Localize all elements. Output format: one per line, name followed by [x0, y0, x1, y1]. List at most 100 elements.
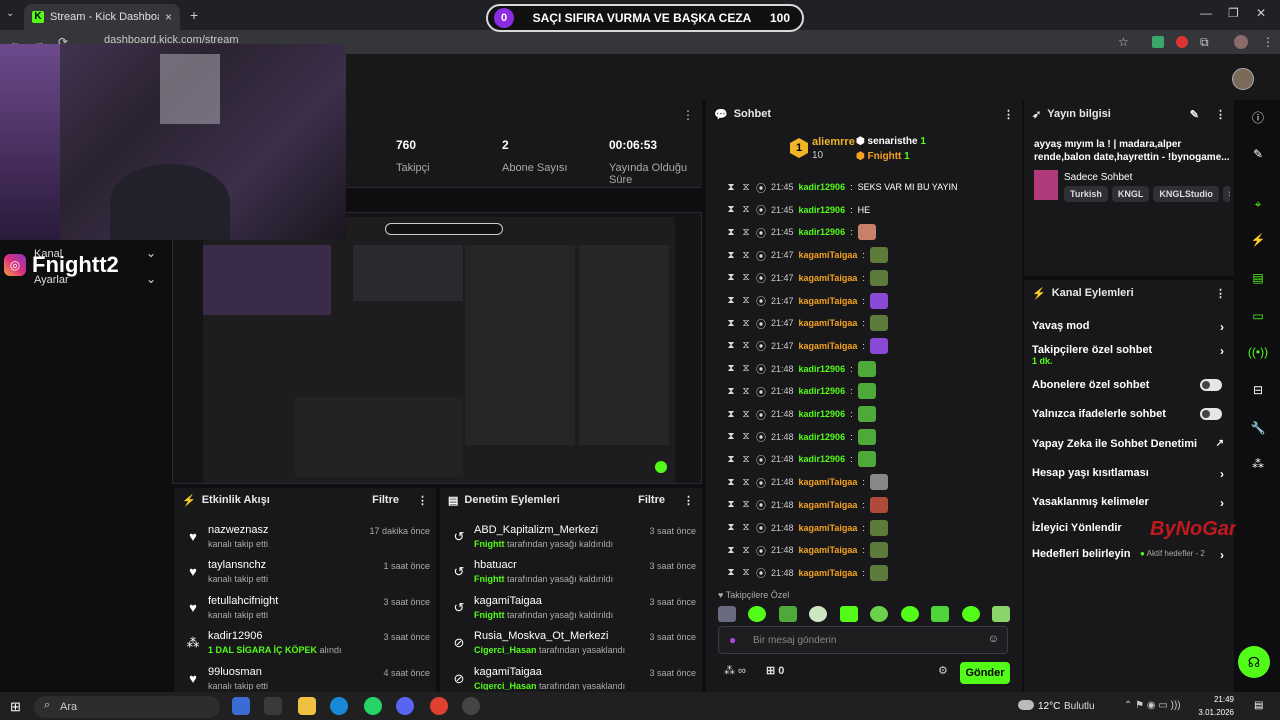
message-user[interactable]: kadir12906: [799, 205, 846, 215]
moderation-user[interactable]: hbatuacr: [474, 559, 517, 571]
document-icon[interactable]: ▤: [1246, 266, 1270, 290]
message-user[interactable]: kadir12906: [799, 409, 846, 419]
info-icon[interactable]: ⓘ: [1246, 106, 1270, 130]
minimize-icon[interactable]: —: [1200, 6, 1212, 20]
clock-time[interactable]: 21:49: [1208, 695, 1234, 704]
emoji-icon[interactable]: ☺: [988, 633, 999, 645]
message-user[interactable]: kadir12906: [799, 432, 846, 442]
moderation-menu-icon[interactable]: ⋮: [683, 494, 694, 507]
browser-menu-icon[interactable]: ⋮: [1262, 35, 1274, 49]
action-banned-words[interactable]: Yasaklanmış kelimeler ›: [1032, 496, 1228, 510]
message-user[interactable]: kadir12906: [799, 364, 846, 374]
emote-icon[interactable]: [718, 606, 736, 622]
discord-icon[interactable]: [396, 697, 414, 715]
message-user[interactable]: kadir12906: [799, 182, 846, 192]
moderation-user[interactable]: kagamiTaigaa: [474, 666, 542, 678]
message-user[interactable]: kagamiTaigaa: [799, 341, 858, 351]
stats-menu-icon[interactable]: ⋮: [682, 108, 694, 122]
close-window-icon[interactable]: ✕: [1256, 6, 1266, 20]
extension-icon[interactable]: [1152, 36, 1164, 48]
gifter-name[interactable]: Fnightt: [868, 151, 902, 162]
activity-menu-icon[interactable]: ⋮: [417, 494, 428, 507]
copilot-icon[interactable]: [232, 697, 250, 715]
obs-icon[interactable]: [462, 697, 480, 715]
message-user[interactable]: kadir12906: [799, 454, 846, 464]
layout-icon[interactable]: ⊟: [1246, 378, 1270, 402]
activity-user[interactable]: nazweznasz: [208, 524, 269, 536]
action-ai-moderation[interactable]: Yapay Zeka ile Sohbet Denetimi ↗: [1032, 438, 1228, 450]
emote-icon[interactable]: [839, 606, 858, 622]
new-tab-button[interactable]: +: [190, 7, 198, 23]
emote-icon[interactable]: [870, 606, 889, 622]
moderation-filter-button[interactable]: Filtre: [638, 494, 665, 506]
moderation-user[interactable]: ABD_Kapitalizm_Merkezi: [474, 524, 598, 536]
activity-user[interactable]: 99luosman: [208, 666, 262, 678]
tag[interactable]: So: [1222, 186, 1230, 202]
emote-icon[interactable]: [809, 606, 828, 622]
edge-icon[interactable]: [330, 697, 348, 715]
moderation-user[interactable]: kagamiTaigaa: [474, 595, 542, 607]
user-avatar[interactable]: [1232, 68, 1254, 90]
emotes-only-toggle[interactable]: [1200, 408, 1222, 420]
chrome-icon[interactable]: [430, 697, 448, 715]
extensions-puzzle-icon[interactable]: ⧉: [1200, 35, 1209, 50]
tag[interactable]: KNGLStudio: [1153, 186, 1219, 202]
help-button[interactable]: ☊: [1238, 646, 1270, 678]
subscribers-only-toggle[interactable]: [1200, 379, 1222, 391]
stream-preview[interactable]: [172, 212, 702, 484]
emote-icon[interactable]: [778, 606, 797, 622]
message-user[interactable]: kagamiTaigaa: [799, 477, 858, 487]
chat-input[interactable]: ● Bir mesaj gönderin ☺: [718, 626, 1008, 654]
activity-filter-button[interactable]: Filtre: [372, 494, 399, 506]
chevron-down-icon[interactable]: ⌄: [146, 272, 156, 286]
browser-tab[interactable]: K Stream - Kick Dashboard ×: [24, 4, 180, 30]
emote-icon[interactable]: [991, 606, 1010, 622]
points-icon[interactable]: ⁂: [1246, 452, 1270, 476]
message-user[interactable]: kagamiTaigaa: [799, 318, 858, 328]
action-account-age[interactable]: Hesap yaşı kısıtlaması ›: [1032, 467, 1228, 481]
clock-date[interactable]: 3.01.2026: [1190, 708, 1234, 717]
message-user[interactable]: kagamiTaigaa: [799, 568, 858, 578]
tray-icons[interactable]: ⌃ ⚑ ◉ ▭ ))): [1124, 700, 1181, 711]
stream-info-menu-icon[interactable]: ⋮: [1215, 108, 1226, 121]
top-gifter-name[interactable]: aliemrre: [812, 136, 855, 148]
message-user[interactable]: kagamiTaigaa: [799, 250, 858, 260]
message-user[interactable]: kagamiTaigaa: [799, 545, 858, 555]
activity-user[interactable]: kadir12906: [208, 630, 262, 642]
gifter-name[interactable]: senaristhe: [868, 136, 918, 147]
windows-start-icon[interactable]: ⊞: [10, 699, 21, 715]
emote-icon[interactable]: [748, 606, 767, 622]
profile-avatar[interactable]: [1234, 35, 1248, 49]
weather-temp[interactable]: 12°C: [1038, 701, 1060, 712]
lightning-icon[interactable]: ⚡: [1246, 228, 1270, 252]
file-explorer-icon[interactable]: [298, 697, 316, 715]
message-user[interactable]: kagamiTaigaa: [799, 296, 858, 306]
edit-icon[interactable]: ✎: [1246, 142, 1270, 166]
tag[interactable]: Turkish: [1064, 186, 1108, 202]
rewards-counter[interactable]: ⊞ 0: [766, 664, 784, 677]
chat-settings-icon[interactable]: ⚙: [938, 664, 948, 677]
maximize-icon[interactable]: ❐: [1228, 6, 1239, 20]
message-user[interactable]: kadir12906: [799, 227, 846, 237]
chat-icon[interactable]: ▭: [1246, 304, 1270, 328]
edit-pencil-icon[interactable]: ✎: [1190, 108, 1199, 121]
send-button[interactable]: Gönder: [960, 662, 1010, 684]
notification-icon[interactable]: ▤: [1254, 700, 1263, 711]
channel-actions-menu-icon[interactable]: ⋮: [1215, 287, 1226, 300]
activity-user[interactable]: taylansnchz: [208, 559, 266, 571]
focus-icon[interactable]: ⌖: [1246, 192, 1270, 216]
chat-menu-icon[interactable]: ⋮: [1003, 108, 1014, 121]
category-name[interactable]: Sadece Sohbet: [1064, 172, 1132, 183]
wrench-icon[interactable]: 🔧: [1246, 416, 1270, 440]
channel-points-icon[interactable]: ⁂ ∞: [724, 664, 746, 677]
message-user[interactable]: kagamiTaigaa: [799, 500, 858, 510]
tab-search-icon[interactable]: ⌄: [6, 8, 14, 19]
activity-user[interactable]: fetullahcifnight: [208, 595, 278, 607]
chevron-down-icon[interactable]: ⌄: [146, 246, 156, 260]
message-user[interactable]: kagamiTaigaa: [799, 523, 858, 533]
emote-icon[interactable]: [900, 606, 919, 622]
moderation-user[interactable]: Rusia_Moskva_Ot_Merkezi: [474, 630, 609, 642]
emote-icon[interactable]: [931, 606, 950, 622]
extension-icon[interactable]: [1176, 36, 1188, 48]
emote-icon[interactable]: [961, 606, 980, 622]
